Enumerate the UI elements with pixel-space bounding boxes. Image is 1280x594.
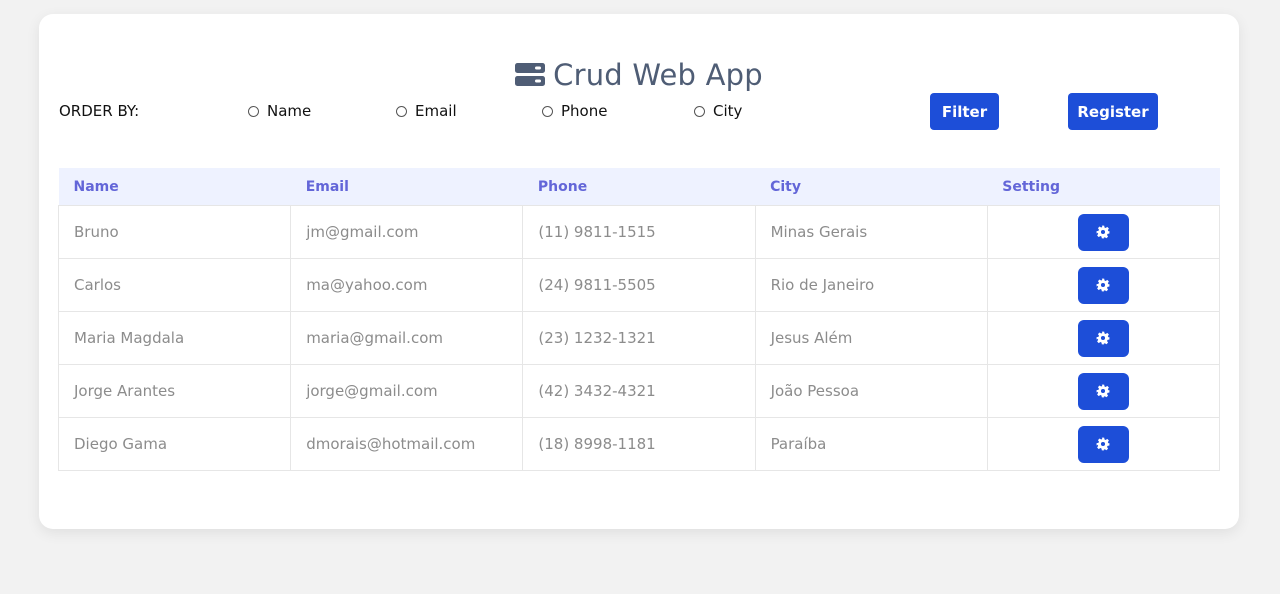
cell-email: jm@gmail.com bbox=[290, 205, 524, 259]
cell-city: Jesus Além bbox=[754, 311, 988, 365]
radio-button[interactable] bbox=[396, 105, 407, 117]
cell-name: Diego Gama bbox=[57, 417, 292, 471]
cell-setting bbox=[986, 364, 1221, 418]
cell-phone: (23) 1232-1321 bbox=[522, 311, 756, 365]
cell-phone: (18) 8998-1181 bbox=[522, 417, 756, 471]
cell-name: Carlos bbox=[57, 258, 292, 312]
cell-city: Paraíba bbox=[754, 417, 988, 471]
cell-phone: (24) 9811-5505 bbox=[522, 258, 756, 312]
main-card: Crud Web App ORDER BY: Name Email Phone … bbox=[39, 14, 1239, 529]
cell-phone: (11) 9811-1515 bbox=[522, 205, 756, 259]
filter-button[interactable]: Filter bbox=[930, 93, 999, 130]
register-button[interactable]: Register bbox=[1068, 93, 1158, 130]
cell-setting bbox=[986, 417, 1221, 471]
cell-email: maria@gmail.com bbox=[290, 311, 524, 365]
gear-icon bbox=[1096, 225, 1110, 239]
column-header-setting: Setting bbox=[987, 168, 1220, 206]
cell-name: Jorge Arantes bbox=[57, 364, 292, 418]
radio-button[interactable] bbox=[542, 105, 553, 117]
cell-setting bbox=[986, 258, 1221, 312]
column-header-phone: Phone bbox=[522, 168, 756, 206]
cell-setting bbox=[986, 311, 1221, 365]
settings-button[interactable] bbox=[1077, 372, 1129, 410]
order-radio-email[interactable]: Email bbox=[396, 102, 457, 120]
table-row: Maria Magdala maria@gmail.com (23) 1232-… bbox=[57, 311, 1221, 365]
settings-button[interactable] bbox=[1077, 266, 1129, 304]
gear-icon bbox=[1096, 384, 1110, 398]
order-option-label: City bbox=[713, 102, 743, 120]
order-radio-city[interactable]: City bbox=[694, 102, 742, 120]
cell-name: Maria Magdala bbox=[57, 311, 292, 365]
column-header-name: Name bbox=[58, 168, 291, 206]
order-radio-name[interactable]: Name bbox=[248, 102, 311, 120]
server-icon bbox=[515, 63, 546, 87]
page-title: Crud Web App bbox=[553, 58, 763, 92]
order-option-label: Phone bbox=[561, 102, 608, 120]
cell-email: ma@yahoo.com bbox=[290, 258, 524, 312]
order-option-label: Name bbox=[267, 102, 312, 120]
settings-button[interactable] bbox=[1077, 213, 1129, 251]
gear-icon bbox=[1096, 437, 1110, 451]
settings-button[interactable] bbox=[1077, 425, 1129, 463]
table-row: Bruno jm@gmail.com (11) 9811-1515 Minas … bbox=[57, 205, 1221, 259]
column-header-email: Email bbox=[290, 168, 523, 206]
table-row: Carlos ma@yahoo.com (24) 9811-5505 Rio d… bbox=[57, 258, 1221, 312]
cell-phone: (42) 3432-4321 bbox=[522, 364, 756, 418]
cell-email: jorge@gmail.com bbox=[290, 364, 524, 418]
gear-icon bbox=[1096, 331, 1110, 345]
table-header-row: Name Email Phone City Setting bbox=[58, 168, 1220, 206]
order-option-label: Email bbox=[415, 102, 457, 120]
order-radio-phone[interactable]: Phone bbox=[542, 102, 607, 120]
cell-city: Minas Gerais bbox=[754, 205, 988, 259]
page-header: Crud Web App bbox=[39, 58, 1239, 92]
column-header-city: City bbox=[755, 168, 988, 206]
radio-button[interactable] bbox=[248, 105, 259, 117]
gear-icon bbox=[1096, 278, 1110, 292]
radio-button[interactable] bbox=[694, 105, 705, 117]
users-table: Name Email Phone City Setting Bruno jm@g… bbox=[57, 168, 1221, 471]
settings-button[interactable] bbox=[1077, 319, 1129, 357]
cell-city: João Pessoa bbox=[754, 364, 988, 418]
cell-setting bbox=[986, 205, 1221, 259]
cell-name: Bruno bbox=[57, 205, 292, 259]
table-row: Jorge Arantes jorge@gmail.com (42) 3432-… bbox=[57, 364, 1221, 418]
table-row: Diego Gama dmorais@hotmail.com (18) 8998… bbox=[57, 417, 1221, 471]
cell-email: dmorais@hotmail.com bbox=[290, 417, 524, 471]
cell-city: Rio de Janeiro bbox=[754, 258, 988, 312]
order-by-label: ORDER BY: bbox=[59, 102, 140, 120]
